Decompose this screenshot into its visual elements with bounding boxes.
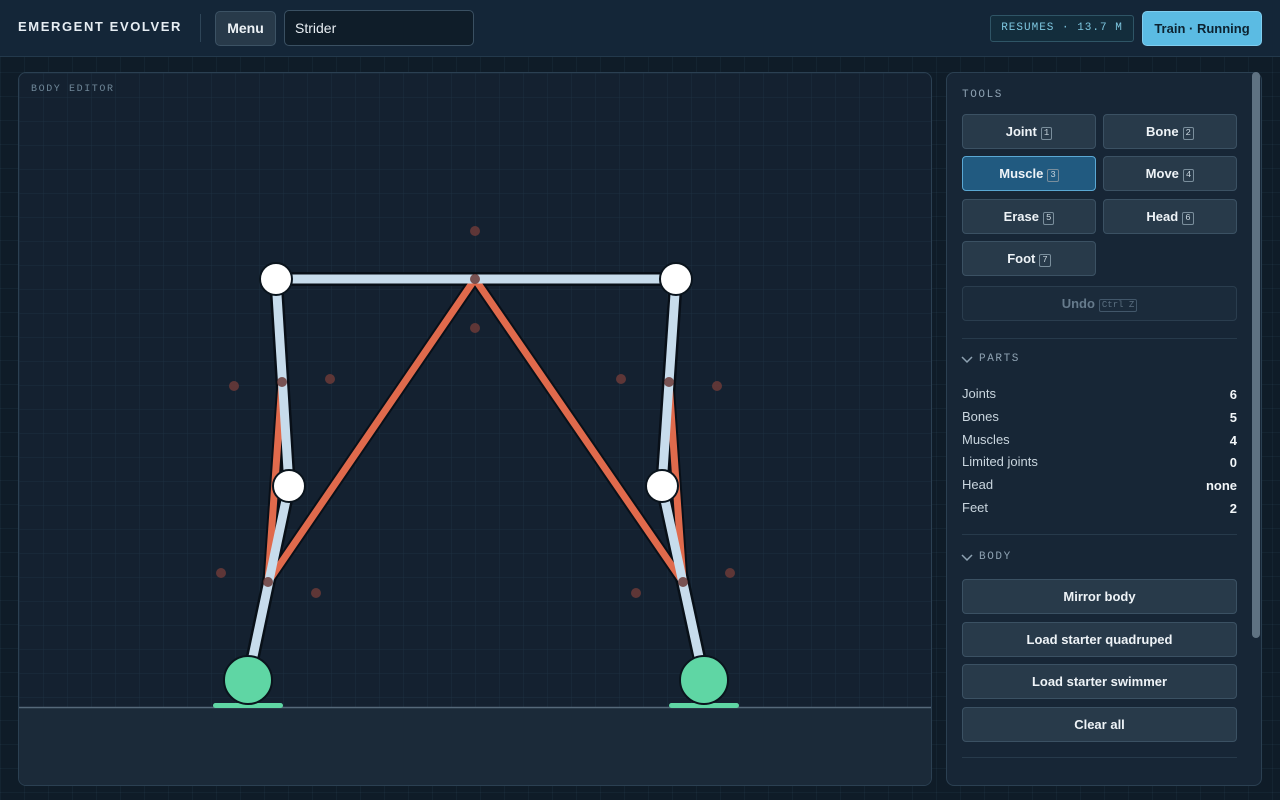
train-button[interactable]: Train · Running — [1142, 11, 1262, 46]
stat-bones-value: 5 — [1229, 410, 1237, 425]
body-editor-canvas[interactable]: BODY EDITOR — [18, 72, 932, 786]
editor-grid — [19, 73, 931, 707]
creature-name-input[interactable]: Strider — [284, 10, 474, 46]
tool-head-button[interactable]: Head 6 — [1103, 199, 1237, 234]
load-swimmer-button[interactable]: Load starter swimmer — [962, 664, 1237, 699]
tool-move-button[interactable]: Move 4 — [1103, 156, 1237, 191]
joint-right-knee[interactable] — [645, 469, 679, 503]
undo-button[interactable]: Undo Ctrl Z — [962, 286, 1237, 321]
menu-button[interactable]: Menu — [215, 11, 276, 46]
joint-right-hip[interactable] — [659, 262, 693, 296]
divider — [962, 757, 1237, 758]
stat-head-value: none — [1205, 478, 1237, 493]
tool-erase-button[interactable]: Erase 5 — [962, 199, 1096, 234]
top-bar: EMERGENT EVOLVER Menu Strider RESUMES · … — [0, 0, 1280, 57]
chevron-down-icon[interactable] — [960, 355, 974, 365]
joint-left-knee[interactable] — [272, 469, 306, 503]
stat-bones-label: Bones — [962, 409, 999, 424]
stat-feet-value: 2 — [1229, 501, 1237, 516]
panel-scrollbar[interactable] — [1252, 72, 1260, 638]
foot-right[interactable] — [679, 655, 729, 705]
ground — [19, 707, 931, 785]
joint-left-hip[interactable] — [259, 262, 293, 296]
app-title: EMERGENT EVOLVER — [18, 19, 183, 34]
divider — [962, 338, 1237, 339]
mirror-body-button[interactable]: Mirror body — [962, 579, 1237, 614]
stat-joints-value: 6 — [1229, 387, 1237, 402]
stat-limited-joints-label: Limited joints — [962, 454, 1038, 469]
stat-head-label: Head — [962, 477, 994, 492]
tools-heading: TOOLS — [962, 89, 1004, 101]
tool-muscle-button[interactable]: Muscle 3 — [962, 156, 1096, 191]
foot-left[interactable] — [223, 655, 273, 705]
stat-feet-label: Feet — [962, 500, 989, 515]
chevron-down-icon[interactable] — [960, 553, 974, 563]
stat-muscles-value: 4 — [1229, 433, 1237, 448]
body-heading[interactable]: BODY — [979, 551, 1012, 563]
creature-drawing[interactable] — [19, 73, 932, 786]
stat-limited-joints-value: 0 — [1229, 455, 1237, 470]
tool-foot-button[interactable]: Foot 7 — [962, 241, 1096, 276]
tool-bone-button[interactable]: Bone 2 — [1103, 114, 1237, 149]
resumes-badge: RESUMES · 13.7 M — [990, 15, 1134, 42]
divider — [962, 534, 1237, 535]
stat-muscles-label: Muscles — [962, 432, 1010, 447]
header-divider — [200, 14, 201, 42]
stat-joints-label: Joints — [962, 386, 996, 401]
editor-label: BODY EDITOR — [31, 84, 115, 95]
tool-joint-button[interactable]: Joint 1 — [962, 114, 1096, 149]
load-quadruped-button[interactable]: Load starter quadruped — [962, 622, 1237, 657]
clear-all-button[interactable]: Clear all — [962, 707, 1237, 742]
parts-heading[interactable]: PARTS — [979, 353, 1020, 365]
